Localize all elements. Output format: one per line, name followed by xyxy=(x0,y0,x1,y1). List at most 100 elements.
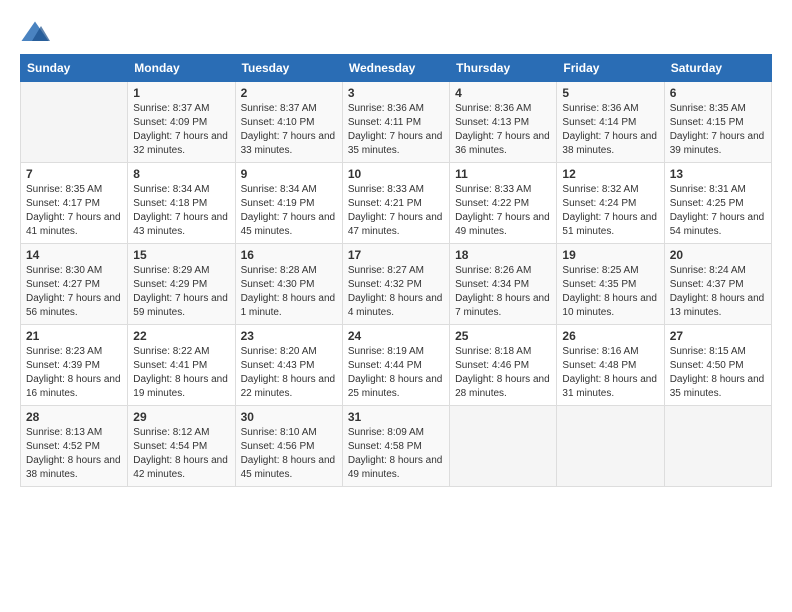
calendar-cell: 31 Sunrise: 8:09 AMSunset: 4:58 PMDayligh… xyxy=(342,406,449,487)
day-info: Sunrise: 8:35 AMSunset: 4:15 PMDaylight:… xyxy=(670,102,766,158)
day-info: Sunrise: 8:30 AMSunset: 4:27 PMDaylight:… xyxy=(26,264,122,320)
calendar-cell: 16Sunrise: 8:28 AMSunset: 4:30 PMDayligh… xyxy=(235,244,342,325)
day-info: Sunrise: 8:25 AMSunset: 4:35 PMDaylight:… xyxy=(562,264,658,320)
weekday-header-tuesday: Tuesday xyxy=(235,55,342,82)
day-number: 9 xyxy=(241,167,337,181)
day-info: Sunrise: 8:26 AMSunset: 4:34 PMDaylight:… xyxy=(455,264,551,320)
day-number: 22 xyxy=(133,329,229,343)
day-number: 2 xyxy=(241,86,337,100)
day-number: 5 xyxy=(562,86,658,100)
day-number: 15 xyxy=(133,248,229,262)
calendar-cell: 19 Sunrise: 8:25 AMSunset: 4:35 PMDayligh… xyxy=(557,244,664,325)
day-number: 12 xyxy=(562,167,658,181)
day-number: 23 xyxy=(241,329,337,343)
day-number: 20 xyxy=(670,248,766,262)
calendar-week-1: 1 Sunrise: 8:37 AMSunset: 4:09 PMDaylight… xyxy=(21,82,772,163)
calendar-cell xyxy=(21,82,128,163)
logo-icon xyxy=(20,20,50,44)
day-info: Sunrise: 8:22 AMSunset: 4:41 PMDaylight:… xyxy=(133,345,229,401)
day-info: Sunrise: 8:34 AMSunset: 4:18 PMDaylight:… xyxy=(133,183,229,239)
day-info: Sunrise: 8:20 AMSunset: 4:43 PMDaylight:… xyxy=(241,345,337,401)
calendar-cell xyxy=(450,406,557,487)
calendar-cell: 10 Sunrise: 8:33 AMSunset: 4:21 PMDayligh… xyxy=(342,163,449,244)
day-info: Sunrise: 8:35 AMSunset: 4:17 PMDaylight:… xyxy=(26,183,122,239)
day-number: 27 xyxy=(670,329,766,343)
calendar-cell: 27 Sunrise: 8:15 AMSunset: 4:50 PMDayligh… xyxy=(664,325,771,406)
day-info: Sunrise: 8:18 AMSunset: 4:46 PMDaylight:… xyxy=(455,345,551,401)
day-number: 4 xyxy=(455,86,551,100)
calendar-cell: 29Sunrise: 8:12 AMSunset: 4:54 PMDayligh… xyxy=(128,406,235,487)
calendar-cell: 21Sunrise: 8:23 AMSunset: 4:39 PMDayligh… xyxy=(21,325,128,406)
day-number: 17 xyxy=(348,248,444,262)
day-number: 13 xyxy=(670,167,766,181)
calendar-cell: 22 Sunrise: 8:22 AMSunset: 4:41 PMDayligh… xyxy=(128,325,235,406)
calendar-cell: 13 Sunrise: 8:31 AMSunset: 4:25 PMDayligh… xyxy=(664,163,771,244)
day-number: 30 xyxy=(241,410,337,424)
calendar-cell: 9 Sunrise: 8:34 AMSunset: 4:19 PMDaylight… xyxy=(235,163,342,244)
day-number: 1 xyxy=(133,86,229,100)
day-info: Sunrise: 8:24 AMSunset: 4:37 PMDaylight:… xyxy=(670,264,766,320)
weekday-header-saturday: Saturday xyxy=(664,55,771,82)
day-info: Sunrise: 8:36 AMSunset: 4:11 PMDaylight:… xyxy=(348,102,444,158)
day-number: 28 xyxy=(26,410,122,424)
calendar-cell: 20 Sunrise: 8:24 AMSunset: 4:37 PMDayligh… xyxy=(664,244,771,325)
calendar-cell: 18 Sunrise: 8:26 AMSunset: 4:34 PMDayligh… xyxy=(450,244,557,325)
calendar-cell: 4 Sunrise: 8:36 AMSunset: 4:13 PMDaylight… xyxy=(450,82,557,163)
logo xyxy=(20,20,54,44)
day-info: Sunrise: 8:19 AMSunset: 4:44 PMDaylight:… xyxy=(348,345,444,401)
weekday-header-monday: Monday xyxy=(128,55,235,82)
calendar-week-5: 28 Sunrise: 8:13 AMSunset: 4:52 PMDayligh… xyxy=(21,406,772,487)
day-info: Sunrise: 8:33 AMSunset: 4:21 PMDaylight:… xyxy=(348,183,444,239)
calendar-cell: 15 Sunrise: 8:29 AMSunset: 4:29 PMDayligh… xyxy=(128,244,235,325)
calendar-cell: 6Sunrise: 8:35 AMSunset: 4:15 PMDaylight… xyxy=(664,82,771,163)
day-info: Sunrise: 8:34 AMSunset: 4:19 PMDaylight:… xyxy=(241,183,337,239)
day-number: 10 xyxy=(348,167,444,181)
calendar-cell: 12 Sunrise: 8:32 AMSunset: 4:24 PMDayligh… xyxy=(557,163,664,244)
calendar-cell: 14Sunrise: 8:30 AMSunset: 4:27 PMDayligh… xyxy=(21,244,128,325)
calendar-cell: 17Sunrise: 8:27 AMSunset: 4:32 PMDayligh… xyxy=(342,244,449,325)
day-number: 19 xyxy=(562,248,658,262)
day-info: Sunrise: 8:13 AMSunset: 4:52 PMDaylight:… xyxy=(26,426,122,482)
weekday-header-friday: Friday xyxy=(557,55,664,82)
day-number: 8 xyxy=(133,167,229,181)
day-info: Sunrise: 8:29 AMSunset: 4:29 PMDaylight:… xyxy=(133,264,229,320)
calendar-cell: 26Sunrise: 8:16 AMSunset: 4:48 PMDayligh… xyxy=(557,325,664,406)
calendar-cell: 25 Sunrise: 8:18 AMSunset: 4:46 PMDayligh… xyxy=(450,325,557,406)
day-info: Sunrise: 8:31 AMSunset: 4:25 PMDaylight:… xyxy=(670,183,766,239)
calendar-week-2: 7 Sunrise: 8:35 AMSunset: 4:17 PMDaylight… xyxy=(21,163,772,244)
day-info: Sunrise: 8:37 AMSunset: 4:09 PMDaylight:… xyxy=(133,102,229,158)
calendar-cell: 28 Sunrise: 8:13 AMSunset: 4:52 PMDayligh… xyxy=(21,406,128,487)
page-header xyxy=(20,20,772,44)
day-number: 25 xyxy=(455,329,551,343)
day-info: Sunrise: 8:32 AMSunset: 4:24 PMDaylight:… xyxy=(562,183,658,239)
day-number: 3 xyxy=(348,86,444,100)
calendar-week-4: 21Sunrise: 8:23 AMSunset: 4:39 PMDayligh… xyxy=(21,325,772,406)
weekday-header-thursday: Thursday xyxy=(450,55,557,82)
day-info: Sunrise: 8:15 AMSunset: 4:50 PMDaylight:… xyxy=(670,345,766,401)
day-number: 26 xyxy=(562,329,658,343)
calendar-cell: 5 Sunrise: 8:36 AMSunset: 4:14 PMDaylight… xyxy=(557,82,664,163)
day-number: 31 xyxy=(348,410,444,424)
calendar-cell: 2 Sunrise: 8:37 AMSunset: 4:10 PMDaylight… xyxy=(235,82,342,163)
day-number: 18 xyxy=(455,248,551,262)
calendar-cell xyxy=(557,406,664,487)
calendar-cell: 3 Sunrise: 8:36 AMSunset: 4:11 PMDaylight… xyxy=(342,82,449,163)
weekday-header-row: SundayMondayTuesdayWednesdayThursdayFrid… xyxy=(21,55,772,82)
day-number: 21 xyxy=(26,329,122,343)
calendar-cell: 24 Sunrise: 8:19 AMSunset: 4:44 PMDayligh… xyxy=(342,325,449,406)
calendar-cell: 8 Sunrise: 8:34 AMSunset: 4:18 PMDaylight… xyxy=(128,163,235,244)
day-info: Sunrise: 8:36 AMSunset: 4:13 PMDaylight:… xyxy=(455,102,551,158)
day-number: 7 xyxy=(26,167,122,181)
day-info: Sunrise: 8:33 AMSunset: 4:22 PMDaylight:… xyxy=(455,183,551,239)
day-info: Sunrise: 8:10 AMSunset: 4:56 PMDaylight:… xyxy=(241,426,337,482)
calendar-table: SundayMondayTuesdayWednesdayThursdayFrid… xyxy=(20,54,772,487)
day-info: Sunrise: 8:36 AMSunset: 4:14 PMDaylight:… xyxy=(562,102,658,158)
weekday-header-wednesday: Wednesday xyxy=(342,55,449,82)
calendar-cell: 30 Sunrise: 8:10 AMSunset: 4:56 PMDayligh… xyxy=(235,406,342,487)
day-info: Sunrise: 8:28 AMSunset: 4:30 PMDaylight:… xyxy=(241,264,337,320)
day-info: Sunrise: 8:37 AMSunset: 4:10 PMDaylight:… xyxy=(241,102,337,158)
day-number: 29 xyxy=(133,410,229,424)
calendar-cell: 11Sunrise: 8:33 AMSunset: 4:22 PMDayligh… xyxy=(450,163,557,244)
day-info: Sunrise: 8:09 AMSunset: 4:58 PMDaylight:… xyxy=(348,426,444,482)
day-number: 24 xyxy=(348,329,444,343)
